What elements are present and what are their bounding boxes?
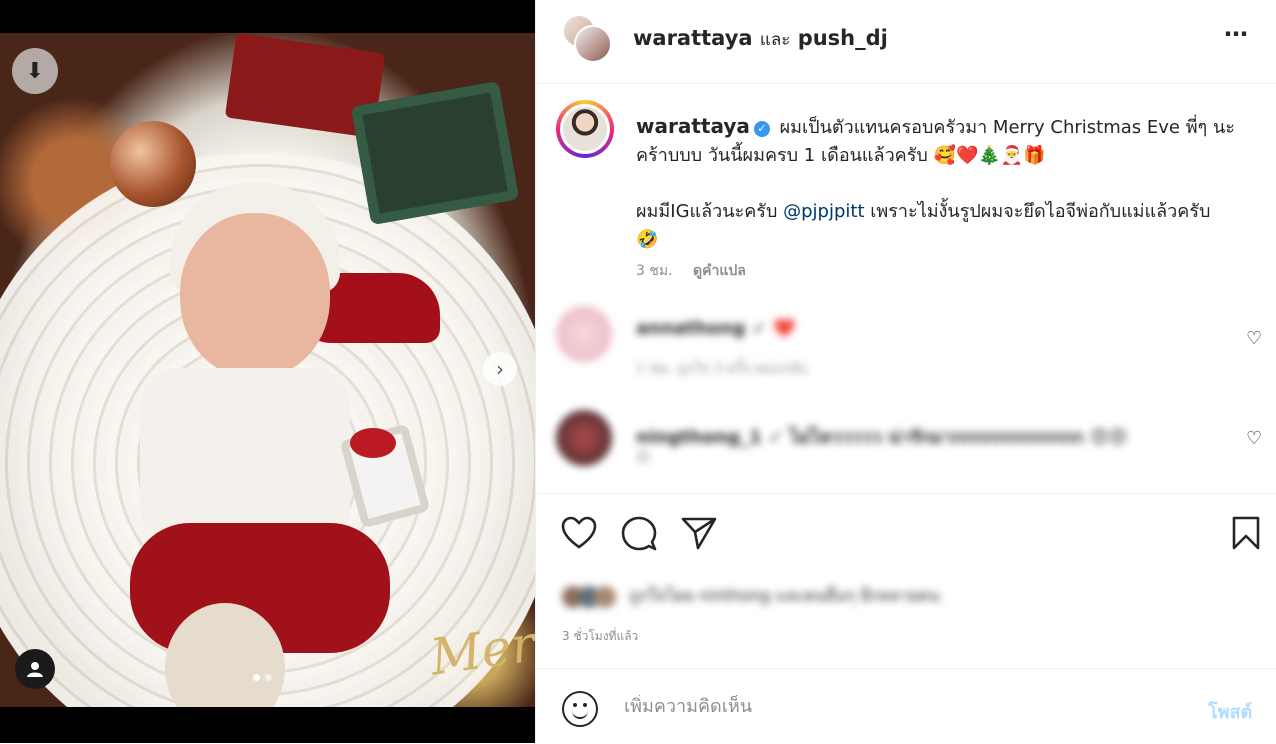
see-translation-link[interactable]: ดูคำแปล xyxy=(693,263,746,279)
avatar[interactable] xyxy=(556,410,612,466)
comment-meta: 1 ชม. ถูกใจ 3 ครั้ง ตอบกลับ xyxy=(636,361,808,377)
comment-like-heart-icon[interactable]: ♡ xyxy=(1246,328,1262,349)
caption-meta: 3 ชม. ดูคำแปล xyxy=(636,260,746,282)
post-photo[interactable]: Merry xyxy=(0,33,535,707)
comment-item: ningthong_1 ✓ ไม่ไหววววว น่ารักมากกกกกกก… xyxy=(556,410,1246,480)
comment-item: annathong ✓ ❤️ 1 ชม. ถูกใจ 3 ครั้ง ตอบกล… xyxy=(556,306,1246,386)
chevron-right-icon: › xyxy=(496,357,504,381)
comment-like-heart-icon[interactable]: ♡ xyxy=(1246,428,1262,449)
verified-badge-icon: ✓ xyxy=(753,121,770,137)
post-dialog: Merry ⬇ › warattaya และ push_dj ⋯ waratt… xyxy=(0,0,1276,743)
download-button[interactable]: ⬇ xyxy=(12,48,58,94)
carousel-dot xyxy=(265,674,272,681)
comment-meta: 😍 xyxy=(636,450,651,466)
comment-input[interactable] xyxy=(622,695,1186,718)
author-username-link[interactable]: warattaya xyxy=(633,26,753,50)
heart-icon[interactable] xyxy=(561,516,597,550)
avatar xyxy=(594,585,616,608)
next-photo-button[interactable]: › xyxy=(483,352,517,386)
comment-icon[interactable] xyxy=(621,516,657,552)
gift-bow xyxy=(350,428,396,458)
arrow-down-icon: ⬇ xyxy=(25,58,45,84)
avatar[interactable] xyxy=(556,306,612,362)
and-text: และ xyxy=(759,30,791,50)
post-timestamp[interactable]: 3 ชั่วโมงที่แล้ว xyxy=(562,627,638,646)
baby-figure xyxy=(130,183,440,707)
collaborator-username-link[interactable]: push_dj xyxy=(798,26,888,50)
comment-text: ningthong_1 ✓ ไม่ไหววววว น่ารักมากกกกกกก… xyxy=(636,427,1128,448)
send-icon[interactable] xyxy=(681,516,717,550)
comment-composer: โพสต์ xyxy=(536,668,1276,744)
avatar[interactable] xyxy=(556,100,614,158)
emoji-icon[interactable] xyxy=(562,691,598,727)
more-options-icon[interactable]: ⋯ xyxy=(1224,20,1249,48)
post-authors: warattaya และ push_dj xyxy=(633,26,888,53)
comment-text: annathong ✓ ❤️ xyxy=(636,318,796,339)
baby-shirt xyxy=(140,368,350,548)
post-details-panel: warattaya และ push_dj ⋯ warattaya ✓ ผมเป็… xyxy=(535,0,1276,743)
user-icon xyxy=(27,662,43,677)
caption-username-link[interactable]: warattaya xyxy=(636,114,750,138)
caption-line-2a: ผมมีIGแล้วนะครับ xyxy=(636,201,784,222)
caption-time: 3 ชม. xyxy=(636,263,673,279)
bookmark-icon[interactable] xyxy=(1231,516,1261,550)
likes-summary[interactable]: ถูกใจโดย ninthong และคนอื่นๆ อีกหลายคน xyxy=(562,584,940,609)
post-media: Merry ⬇ › xyxy=(0,0,535,743)
caption-text: warattaya ✓ ผมเป็นตัวแทนครอบครัวมา Merry … xyxy=(636,112,1236,254)
smile-mouth xyxy=(572,709,588,719)
tagged-users-button[interactable] xyxy=(15,649,55,689)
likes-text: ถูกใจโดย ninthong และคนอื่นๆ อีกหลายคน xyxy=(629,586,940,605)
post-comment-button[interactable]: โพสต์ xyxy=(1208,697,1252,726)
carousel-dot-active xyxy=(253,674,260,681)
avatar[interactable] xyxy=(574,25,612,63)
mention-link[interactable]: @pjpjpitt xyxy=(783,201,864,222)
caption-paragraph-2: ผมมีIGแล้วนะครับ @pjpjpitt เพราะไม่งั้นร… xyxy=(636,198,1236,254)
baby-face xyxy=(180,213,330,378)
post-header: warattaya และ push_dj ⋯ xyxy=(536,0,1276,84)
avatar-photo xyxy=(563,107,607,151)
carousel-dots xyxy=(253,674,272,681)
